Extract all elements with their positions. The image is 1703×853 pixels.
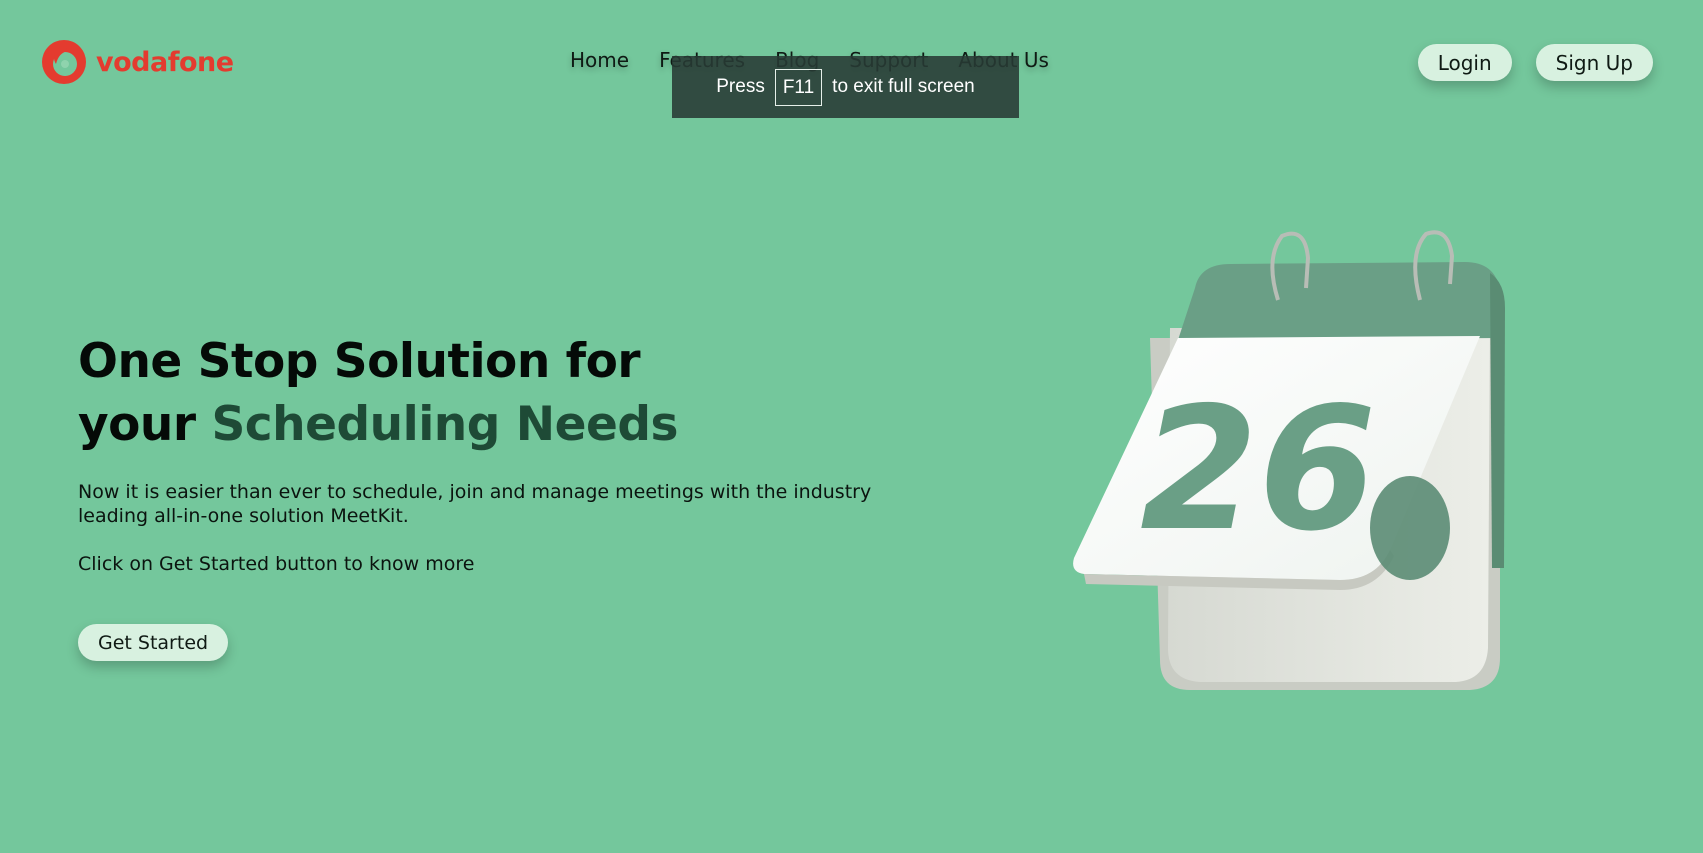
hero-title: One Stop Solution for your Scheduling Ne… [78, 330, 678, 456]
hero-title-line2: your [78, 397, 212, 452]
fullscreen-notice-suffix: to exit full screen [832, 76, 975, 97]
hero-description: Now it is easier than ever to schedule, … [78, 481, 872, 527]
auth-buttons: Login Sign Up [1417, 44, 1653, 81]
fullscreen-notice-prefix: Press [716, 76, 765, 97]
hero-title-line1: One Stop Solution for [78, 334, 641, 389]
hero-title-accent: Scheduling Needs [211, 397, 678, 452]
calendar-day-number: 26 [1140, 371, 1377, 569]
brand-logo[interactable]: vodafone [40, 38, 234, 86]
hero-cta-text: Click on Get Started button to know more [78, 553, 475, 575]
login-button[interactable]: Login [1417, 44, 1512, 81]
calendar-icon: 26 [1073, 230, 1505, 690]
brand-name: vodafone [96, 46, 234, 78]
nav-home[interactable]: Home [570, 48, 629, 72]
signup-button[interactable]: Sign Up [1535, 44, 1653, 81]
fullscreen-notice: Press F11 to exit full screen [672, 56, 1019, 118]
get-started-button[interactable]: Get Started [78, 624, 229, 661]
f11-key: F11 [774, 68, 823, 106]
vodafone-speechmark-icon [42, 40, 86, 84]
landing-page: vodafone Home Features Blog Support Abou… [0, 0, 1703, 853]
